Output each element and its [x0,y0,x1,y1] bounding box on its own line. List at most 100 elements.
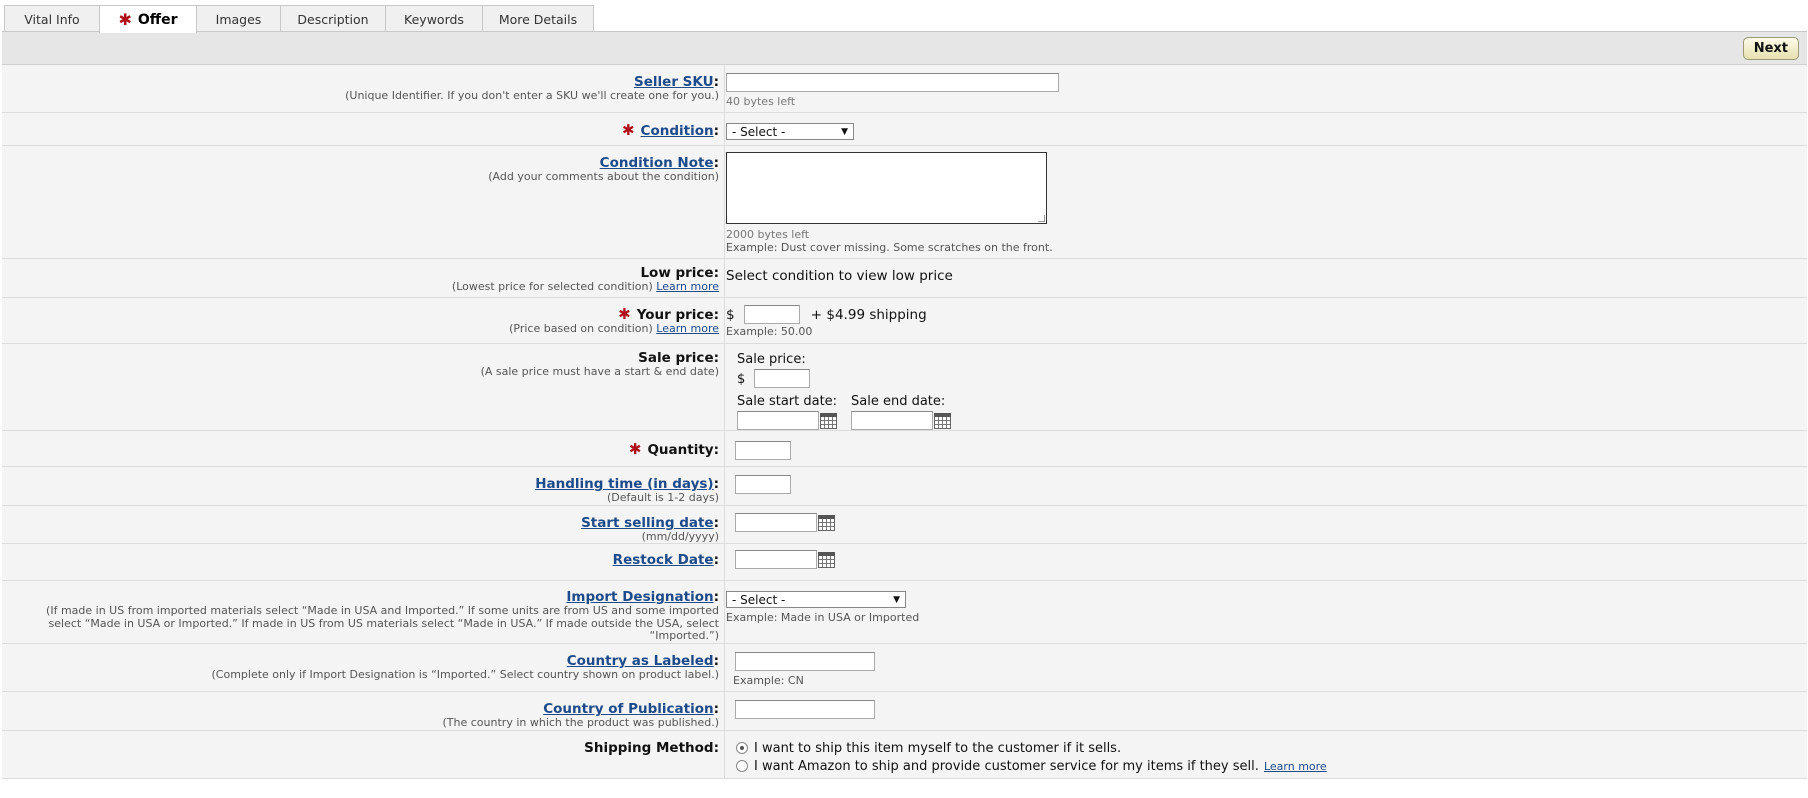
row-start-selling-date: Start selling date: (mm/dd/yyyy) [2,506,1807,544]
quantity-input[interactable] [735,441,791,460]
country-of-publication-label[interactable]: Country of Publication [543,701,713,717]
chevron-down-icon: ▼ [841,126,848,137]
sale-end-date-label: Sale end date: [851,394,946,409]
row-condition: ✱ Condition: - Select - ▼ [2,113,1807,146]
resize-grip-icon[interactable] [1038,215,1045,222]
row-country-as-labeled: Country as Labeled: (Complete only if Im… [2,644,1807,692]
country-as-labeled-label[interactable]: Country as Labeled [567,653,714,669]
low-price-learn-more-link[interactable]: Learn more [656,280,719,293]
calendar-icon[interactable] [818,551,835,568]
label-colon: : [713,653,719,669]
restock-date-input[interactable] [735,550,817,569]
condition-label[interactable]: Condition [641,123,714,139]
tab-description[interactable]: Description [280,5,386,32]
seller-sku-bytes-left: 40 bytes left [726,95,796,108]
condition-note-textarea[interactable] [726,152,1047,224]
offer-form: Seller SKU: (Unique Identifier. If you d… [2,65,1807,779]
row-country-of-publication: Country of Publication: (The country in … [2,692,1807,731]
row-handling-time: Handling time (in days): (Default is 1-2… [2,467,1807,506]
condition-select[interactable]: - Select - ▼ [726,123,854,140]
low-price-help: (Lowest price for selected condition) [451,280,653,293]
calendar-icon[interactable] [934,412,951,429]
tab-label: More Details [498,11,578,27]
country-of-publication-input[interactable] [735,700,875,719]
row-seller-sku: Seller SKU: (Unique Identifier. If you d… [2,65,1807,113]
label-colon: : [713,552,719,568]
currency-symbol: $ [737,372,746,387]
calendar-icon[interactable] [820,412,837,429]
condition-note-bytes-left: 2000 bytes left [726,228,810,241]
handling-time-help: (Default is 1-2 days) [607,491,719,504]
seller-sku-help: (Unique Identifier. If you don't enter a… [345,89,719,102]
your-price-example: Example: 50.00 [726,325,813,338]
your-price-label: Your price: [636,307,719,323]
tab-keywords[interactable]: Keywords [385,5,483,32]
country-as-labeled-help: (Complete only if Import Designation is … [211,668,720,681]
import-designation-help-line-2: select “Made in USA or Imported.” If mad… [48,616,719,630]
country-as-labeled-input[interactable] [735,652,875,671]
tab-images[interactable]: Images [196,5,281,32]
shipping-fee: + $4.99 shipping [810,307,927,323]
start-selling-date-help: (mm/dd/yyyy) [641,530,719,543]
label-colon: : [713,123,719,139]
row-sale-price: Sale price: (A sale price must have a st… [2,344,1807,431]
label-colon: : [713,476,719,492]
form-header-bar: Next [2,31,1807,65]
handling-time-input[interactable] [735,475,791,494]
your-price-input[interactable] [743,305,800,324]
tab-vital-info[interactable]: Vital Info [4,5,100,32]
seller-sku-input[interactable] [726,73,1059,92]
sale-start-date-input[interactable] [737,411,819,430]
label-colon: : [713,589,719,605]
import-designation-help-line-1: (If made in US from imported materials s… [46,604,719,617]
row-restock-date: Restock Date: [2,544,1807,581]
tab-label: Offer [137,11,178,28]
tab-offer[interactable]: ✱ Offer [99,5,197,33]
tab-label: Vital Info [24,11,80,27]
row-quantity: ✱ Quantity: [2,431,1807,467]
currency-symbol: $ [726,307,735,323]
row-your-price: ✱ Your price: (Price based on condition) … [2,298,1807,344]
condition-note-label[interactable]: Condition Note [600,155,714,171]
sale-price-field-label: Sale price: [737,352,806,367]
shipping-amazon-label: I want Amazon to ship and provide custom… [754,759,1259,774]
required-icon: ✱ [618,305,631,323]
country-as-labeled-example: Example: CN [733,674,804,687]
your-price-learn-more-link[interactable]: Learn more [656,322,719,335]
low-price-label: Low price: [640,265,719,281]
required-icon: ✱ [118,10,132,29]
import-designation-select[interactable]: - Select - ▼ [726,591,906,608]
condition-selected-value: - Select - [732,124,786,139]
calendar-icon[interactable] [818,514,835,531]
row-shipping-method: Shipping Method: I want to ship this ite… [2,731,1807,779]
import-designation-label[interactable]: Import Designation [566,589,713,605]
tab-more-details[interactable]: More Details [482,5,594,32]
label-colon: : [713,74,719,90]
sale-price-input[interactable] [754,369,811,388]
next-button[interactable]: Next [1742,37,1799,60]
seller-sku-label[interactable]: Seller SKU [634,74,714,90]
condition-note-example: Example: Dust cover missing. Some scratc… [726,241,1053,254]
shipping-self-radio[interactable] [736,741,748,754]
shipping-learn-more-link[interactable]: Learn more [1264,760,1327,773]
tab-label: Description [297,11,369,27]
your-price-help: (Price based on condition) [509,322,653,335]
start-selling-date-label[interactable]: Start selling date [581,515,714,531]
sale-price-label: Sale price: [638,350,719,366]
restock-date-label[interactable]: Restock Date [613,552,714,568]
sale-end-date-input[interactable] [851,411,933,430]
import-designation-selected-value: - Select - [732,592,786,607]
required-icon: ✱ [621,121,635,139]
low-price-value: Select condition to view low price [726,268,953,284]
condition-note-help: (Add your comments about the condition) [488,170,719,183]
tab-bar: Vital Info ✱ Offer Images Description Key… [4,5,594,33]
country-of-publication-help: (The country in which the product was pu… [442,716,719,729]
shipping-amazon-radio[interactable] [736,759,748,772]
handling-time-label[interactable]: Handling time (in days) [535,476,713,492]
shipping-method-label: Shipping Method: [584,740,719,756]
row-condition-note: Condition Note: (Add your comments about… [2,146,1807,259]
label-colon: : [713,515,719,531]
start-selling-date-input[interactable] [735,513,817,532]
shipping-self-label: I want to ship this item myself to the c… [754,741,1122,756]
row-low-price: Low price: (Lowest price for selected co… [2,259,1807,298]
